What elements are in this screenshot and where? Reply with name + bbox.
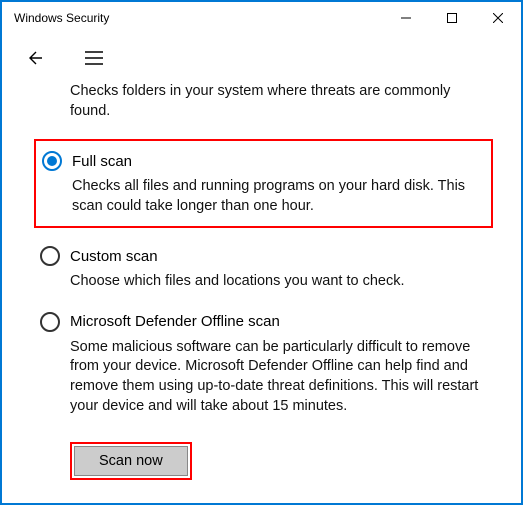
content-area: Checks folders in your system where thre… — [2, 82, 521, 426]
option-offline-scan[interactable]: Microsoft Defender Offline scan Some mal… — [40, 302, 493, 426]
nav-bar — [2, 34, 521, 82]
close-button[interactable] — [475, 2, 521, 34]
option-full-scan[interactable]: Full scan Checks all files and running p… — [34, 139, 493, 228]
footer: Scan now — [2, 426, 521, 480]
intro-text: Checks folders in your system where thre… — [70, 82, 493, 121]
option-desc: Checks all files and running programs on… — [42, 177, 485, 216]
option-custom-scan[interactable]: Custom scan Choose which files and locat… — [40, 236, 493, 302]
titlebar: Windows Security — [2, 2, 521, 34]
window-title: Windows Security — [14, 11, 383, 25]
option-desc: Some malicious software can be particula… — [40, 338, 487, 416]
option-label: Microsoft Defender Offline scan — [70, 313, 280, 330]
option-desc: Choose which files and locations you wan… — [40, 272, 487, 292]
minimize-button[interactable] — [383, 2, 429, 34]
option-label: Full scan — [72, 153, 132, 170]
maximize-button[interactable] — [429, 2, 475, 34]
radio-offline-scan[interactable] — [40, 312, 60, 332]
option-label: Custom scan — [70, 248, 158, 265]
scan-now-highlight: Scan now — [70, 442, 192, 480]
scan-now-button[interactable]: Scan now — [74, 446, 188, 476]
hamburger-menu-icon[interactable] — [76, 40, 112, 76]
radio-full-scan[interactable] — [42, 151, 62, 171]
back-button[interactable] — [16, 40, 52, 76]
radio-custom-scan[interactable] — [40, 246, 60, 266]
